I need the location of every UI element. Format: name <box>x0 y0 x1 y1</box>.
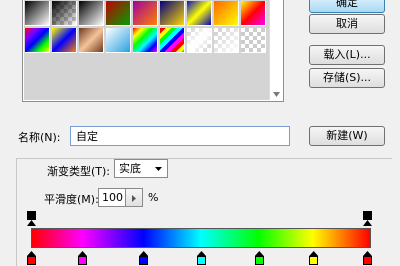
load-button[interactable]: 载入(L)... <box>309 45 385 65</box>
chevron-down-icon <box>155 167 162 171</box>
presets-grid <box>24 0 269 100</box>
preset-swatch[interactable] <box>187 1 212 26</box>
opacity-stop-pointer <box>27 220 36 226</box>
color-stop-swatch <box>78 256 87 265</box>
gradient-type-select[interactable]: 实底 <box>114 159 168 178</box>
preset-swatch[interactable] <box>79 1 104 26</box>
smoothness-popup-button[interactable] <box>126 188 143 207</box>
color-stop[interactable] <box>363 251 372 265</box>
preset-swatch[interactable] <box>241 1 266 26</box>
smoothness-label: 平滑度(M): <box>44 193 99 206</box>
color-stop-swatch <box>197 256 206 265</box>
color-stop[interactable] <box>254 251 264 265</box>
preset-swatch[interactable] <box>133 1 158 26</box>
presets-scrollbar[interactable] <box>269 0 283 100</box>
opacity-stop[interactable] <box>363 211 372 226</box>
new-button[interactable]: 新建(W) <box>309 126 385 146</box>
ok-button[interactable]: 确定 <box>309 0 385 13</box>
presets-list[interactable] <box>22 0 284 102</box>
color-stop-swatch <box>27 256 36 265</box>
smoothness-unit: % <box>148 191 159 204</box>
preset-swatch[interactable] <box>160 1 185 26</box>
preset-swatch[interactable] <box>79 28 104 53</box>
gradient-type-value: 实底 <box>119 162 141 175</box>
gradient-type-label: 渐变类型(T): <box>47 165 111 178</box>
gradient-preview-bar[interactable] <box>31 228 371 248</box>
opacity-stop-square <box>27 211 36 220</box>
preset-swatch[interactable] <box>241 28 266 53</box>
preset-swatch[interactable] <box>214 1 239 26</box>
preset-swatch[interactable] <box>25 28 50 53</box>
gradient-group-frame <box>16 158 392 159</box>
color-stop[interactable] <box>309 251 319 265</box>
preset-swatch[interactable] <box>52 1 77 26</box>
preset-swatch[interactable] <box>214 28 239 53</box>
scroll-down-arrow-icon[interactable] <box>273 92 280 97</box>
color-stop-swatch <box>309 256 319 265</box>
opacity-stop-pointer <box>363 220 372 226</box>
smoothness-input[interactable]: 100 <box>98 188 126 207</box>
preset-swatch[interactable] <box>25 1 50 26</box>
save-button[interactable]: 存储(S)... <box>309 68 385 88</box>
color-stop-swatch <box>254 256 264 265</box>
color-stop-swatch <box>139 256 149 265</box>
preset-swatch[interactable] <box>187 28 212 53</box>
opacity-stop-square <box>363 211 372 220</box>
gradient-group-frame-left <box>16 158 17 266</box>
preset-swatch[interactable] <box>106 28 131 53</box>
arrow-right-icon <box>132 195 136 202</box>
color-stop-swatch <box>363 256 372 265</box>
preset-swatch[interactable] <box>133 28 158 53</box>
cancel-button[interactable]: 取消 <box>309 14 385 34</box>
preset-swatch[interactable] <box>106 1 131 26</box>
color-stop[interactable] <box>197 251 206 265</box>
color-stop[interactable] <box>27 251 36 265</box>
preset-swatch[interactable] <box>160 28 185 53</box>
opacity-stop[interactable] <box>27 211 36 226</box>
name-field[interactable] <box>70 126 290 146</box>
color-stop[interactable] <box>139 251 149 265</box>
preset-swatch[interactable] <box>52 28 77 53</box>
name-label: 名称(N): <box>18 131 61 144</box>
color-stop[interactable] <box>78 251 87 265</box>
